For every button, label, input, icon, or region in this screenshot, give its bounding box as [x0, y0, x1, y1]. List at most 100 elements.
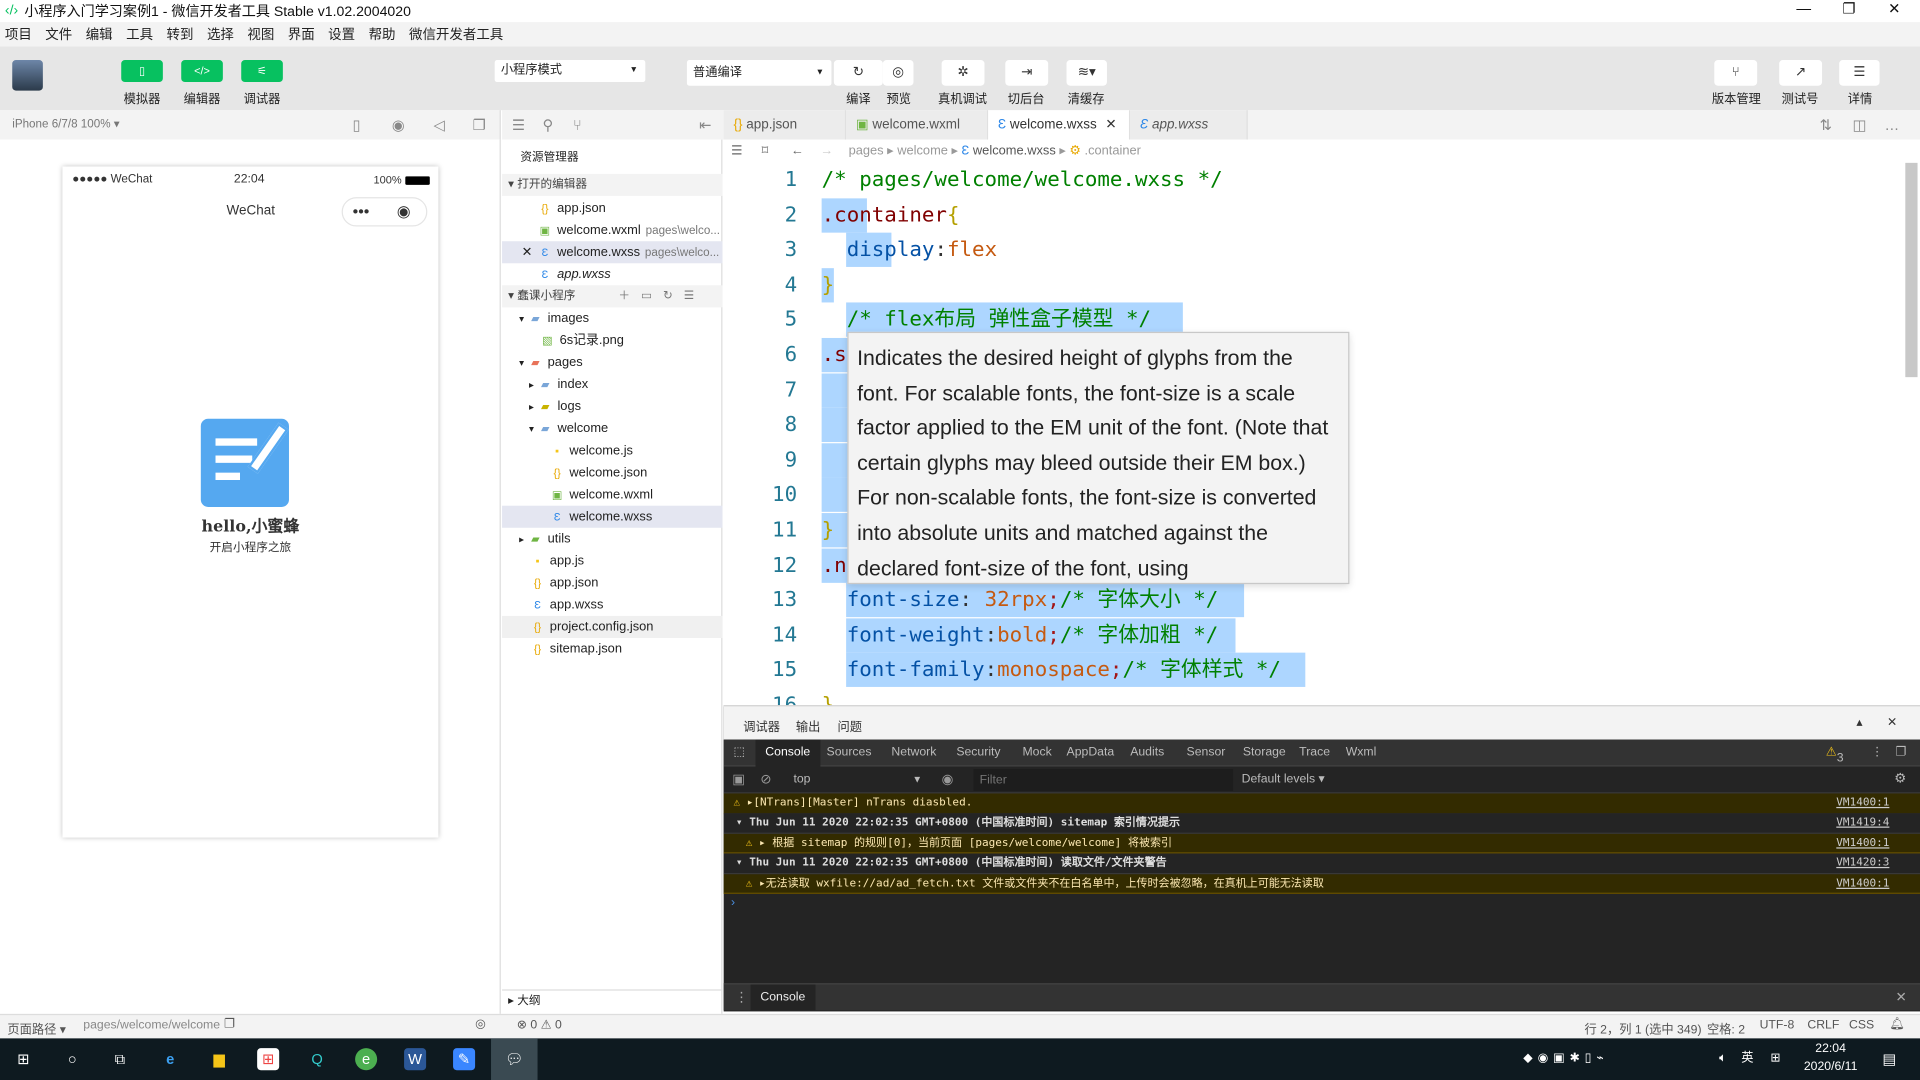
tab-output[interactable]: 输出 — [796, 716, 820, 734]
context-select[interactable]: top ▼ — [787, 770, 924, 790]
tab-welcome-wxss[interactable]: Ɛ welcome.wxss ✕ — [988, 110, 1131, 140]
log-entry[interactable]: ▾ Thu Jun 11 2020 22:02:35 GMT+0800 (中国标… — [723, 853, 1920, 874]
menu-item[interactable]: 帮助 — [369, 24, 396, 44]
crumb[interactable]: .container — [1084, 143, 1140, 158]
close-tab-icon[interactable]: ✕ — [1105, 118, 1116, 133]
test-button[interactable]: ↗ — [1779, 60, 1823, 86]
details-button[interactable]: ☰ — [1839, 60, 1880, 86]
tab-problems[interactable]: 问题 — [838, 716, 862, 734]
menu-item[interactable]: 项目 — [5, 24, 32, 44]
tree-item[interactable]: ▧ 6s记录.png — [502, 329, 722, 351]
undock-icon[interactable]: ❐ — [1896, 746, 1907, 759]
more-icon[interactable]: … — [1884, 116, 1899, 133]
tab-app-json[interactable]: {} app.json — [723, 110, 847, 140]
file-explorer-icon[interactable]: ▆ — [208, 1048, 230, 1070]
devtools-tab-appdata[interactable]: AppData — [1067, 746, 1115, 759]
menu-item[interactable]: 微信开发者工具 — [409, 24, 503, 44]
chevron-right-icon[interactable]: ▸ — [519, 534, 527, 545]
code-line[interactable]: .container{ — [822, 198, 960, 232]
outline-icon[interactable]: ☰ — [731, 140, 743, 163]
windows-start-icon[interactable]: ⊞ — [12, 1048, 34, 1070]
collapse-icon[interactable]: ⇤ — [699, 116, 711, 133]
project-section[interactable]: ▾ 蠢课小程序 ＋▭↻☰ — [502, 285, 723, 308]
devtools-tab-mock[interactable]: Mock — [1022, 746, 1051, 759]
compile-button[interactable]: ↻ — [833, 60, 883, 86]
sidebar-toggle-icon[interactable]: ▣ — [732, 771, 745, 788]
code-line[interactable]: } — [822, 688, 835, 705]
sound-icon[interactable]: ◁ — [433, 116, 444, 133]
chevron-right-icon[interactable]: ▸ — [529, 402, 537, 413]
kebab-icon[interactable]: ⋮ — [1871, 746, 1883, 759]
remote-debug-button[interactable]: ✲ — [941, 60, 985, 86]
eye-icon[interactable]: ◎ — [475, 1018, 486, 1031]
log-entry[interactable]: ⚠ ▸[NTrans][Master] nTrans diasbled. VM14… — [723, 793, 1920, 814]
maximize-button[interactable]: ❐ — [1828, 0, 1870, 17]
close-circle-icon[interactable]: ◉ — [397, 198, 411, 225]
feishu-icon[interactable]: ✎ — [453, 1048, 476, 1071]
page-path-select[interactable]: 页面路径 ▾ — [7, 1019, 66, 1037]
tree-item[interactable]: {} welcome.json — [502, 462, 722, 484]
copy-icon[interactable]: ❐ — [224, 1018, 235, 1031]
levels-select[interactable]: Default levels ▾ — [1242, 773, 1325, 786]
open-editor-item[interactable]: {} app.json — [502, 197, 722, 219]
close-icon[interactable]: ✕ — [522, 241, 533, 263]
tree-item[interactable]: ▸ ▰ logs — [502, 396, 722, 418]
phone-icon[interactable]: ▯ — [353, 116, 361, 133]
ime-indicator[interactable]: 英 — [1736, 1048, 1758, 1070]
code-line[interactable]: } — [822, 513, 835, 547]
menu-item[interactable]: 编辑 — [86, 24, 113, 44]
wechat-devtools-icon[interactable]: 💬︎ — [491, 1038, 538, 1080]
log-source-link[interactable]: VM1419:4 — [1836, 814, 1889, 834]
code-line[interactable]: font-weight:bold;/* 字体加粗 */ — [822, 618, 1219, 652]
log-entry[interactable]: ▾ Thu Jun 11 2020 22:02:35 GMT+0800 (中国标… — [723, 813, 1920, 834]
open-editor-item[interactable]: Ɛapp.wxss — [502, 263, 722, 285]
more-dots-icon[interactable]: ••• — [353, 198, 370, 225]
split-icon[interactable]: ◫ — [1853, 116, 1867, 133]
tree-item[interactable]: ▾ ▰ images — [502, 307, 722, 329]
console-prompt[interactable]: › — [731, 896, 735, 909]
tree-item[interactable]: ▾ ▰ pages — [502, 351, 722, 373]
eye-icon[interactable]: ◉ — [942, 771, 954, 788]
window-icon[interactable]: ❐ — [473, 116, 486, 133]
tab-welcome-wxml[interactable]: ▣ welcome.wxml — [846, 110, 989, 140]
tree-item[interactable]: {} sitemap.json — [502, 638, 722, 660]
tray-icons[interactable]: ◆◉▣✱▯⌁ — [1523, 1048, 1670, 1070]
crumb[interactable]: welcome.wxss — [973, 143, 1056, 158]
tree-item[interactable]: ▪ welcome.js — [502, 440, 722, 462]
open-editor-item[interactable]: ✕ Ɛwelcome.wxss pages\welco... — [502, 241, 723, 264]
tree-item[interactable]: Ɛwelcome.wxss — [502, 505, 723, 528]
log-source-link[interactable]: VM1420:3 — [1836, 854, 1889, 874]
devtools-tab-audits[interactable]: Audits — [1130, 746, 1164, 759]
open-editors-section[interactable]: ▾ 打开的编辑器 — [502, 173, 723, 196]
device-select[interactable]: iPhone 6/7/8 100% ▾ — [12, 118, 119, 131]
word-icon[interactable]: W — [404, 1048, 427, 1071]
app-icon[interactable]: e — [355, 1048, 378, 1071]
capsule-button[interactable]: ••• ◉ — [341, 197, 428, 227]
tree-item[interactable]: ▸ ▰ index — [502, 373, 722, 395]
tab-app-wxss[interactable]: Ɛ app.wxss — [1130, 110, 1248, 140]
project-actions-icon[interactable]: ＋▭↻☰ — [618, 285, 705, 307]
volume-icon[interactable]: 🔈︎ — [1712, 1048, 1734, 1070]
search-icon[interactable]: ⚲ — [542, 116, 553, 133]
debugger-button[interactable]: ⚟ — [241, 60, 283, 83]
code-line[interactable]: display:flex — [822, 233, 997, 267]
indent-setting[interactable]: 空格: 2 — [1707, 1019, 1745, 1037]
menu-item[interactable]: 视图 — [247, 24, 274, 44]
inspect-icon[interactable]: ⬚ — [733, 746, 745, 759]
minimize-button[interactable]: — — [1783, 0, 1825, 17]
filter-input[interactable] — [973, 768, 1234, 792]
line-ending[interactable]: CRLF — [1807, 1019, 1839, 1032]
outline-section[interactable]: ▸ 大纲 — [502, 989, 723, 1011]
code-line[interactable]: } — [822, 268, 835, 302]
editor-scrollbar[interactable] — [1905, 162, 1918, 378]
clock-date[interactable]: 2020/6/11 — [1794, 1060, 1867, 1073]
devtools-tab-security[interactable]: Security — [956, 746, 1000, 759]
code-line[interactable]: font-size: 32rpx;/* 字体大小 */ — [822, 583, 1219, 617]
list-icon[interactable]: ☰ — [512, 116, 525, 133]
menu-item[interactable]: 设置 — [328, 24, 355, 44]
code-line[interactable]: font-family:monospace;/* 字体样式 */ — [822, 653, 1281, 687]
devtools-tab-trace[interactable]: Trace — [1299, 746, 1330, 759]
devtools-tab-sources[interactable]: Sources — [827, 746, 872, 759]
close-window-button[interactable]: ✕ — [1873, 0, 1915, 17]
git-icon[interactable]: ⑂ — [573, 116, 582, 133]
